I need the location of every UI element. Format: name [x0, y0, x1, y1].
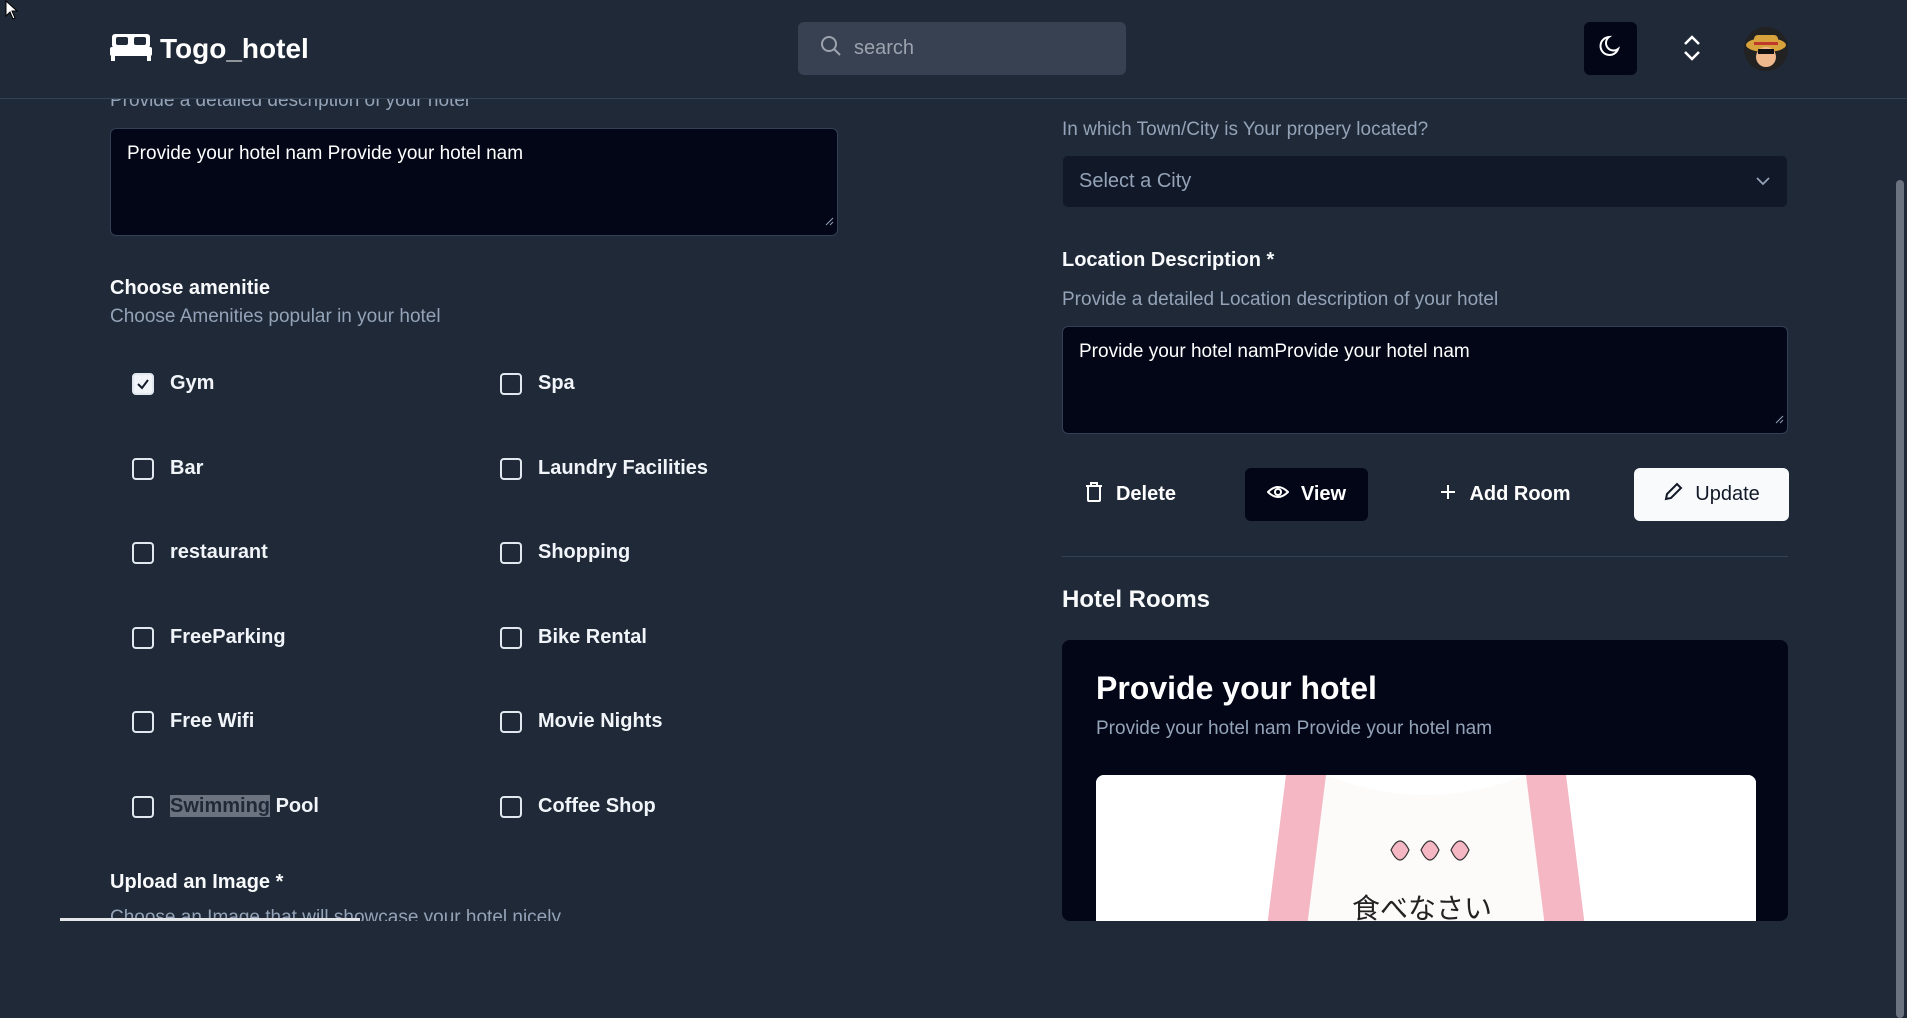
amenity-label: Movie Nights: [538, 710, 663, 732]
amenity-laundry[interactable]: Laundry Facilities: [500, 457, 708, 480]
room-card[interactable]: Provide your hotel Provide your hotel na…: [1062, 640, 1788, 921]
location-hint: Provide a detailed Location description …: [1062, 289, 1499, 310]
update-label: Update: [1695, 483, 1760, 505]
amenity-label: Laundry Facilities: [538, 457, 709, 479]
room-subtitle: Provide your hotel nam Provide your hote…: [1096, 718, 1493, 739]
amenity-spa[interactable]: Spa: [500, 372, 575, 395]
scrollbar-thumb[interactable]: [1896, 180, 1904, 1018]
resize-handle-icon[interactable]: [1774, 408, 1784, 430]
amenity-label: Shopping: [538, 541, 631, 563]
checkbox[interactable]: [132, 795, 154, 818]
amenity-bar[interactable]: Bar: [132, 457, 203, 480]
add-room-label: Add Room: [1469, 483, 1571, 505]
location-title: Location Description *: [1062, 249, 1275, 271]
amenity-label: Free Wifi: [170, 710, 255, 732]
view-label: View: [1300, 483, 1347, 505]
view-button[interactable]: View: [1245, 468, 1368, 521]
amenity-label: Bar: [170, 457, 204, 479]
amenity-label: Spa: [538, 372, 575, 394]
checkbox[interactable]: [500, 541, 522, 564]
amenities-hint: Choose Amenities popular in your hotel: [110, 306, 441, 327]
amenity-label: Bike Rental: [538, 626, 647, 648]
description-value: Provide your hotel nam Provide your hote…: [127, 143, 524, 164]
amenity-gym[interactable]: Gym: [132, 372, 214, 395]
divider: [1062, 556, 1788, 557]
theme-toggle-button[interactable]: [1584, 22, 1637, 75]
checkbox[interactable]: [132, 710, 154, 733]
amenity-restaurant[interactable]: restaurant: [132, 541, 268, 564]
amenity-label: Coffee Shop: [538, 795, 656, 817]
trash-icon: [1084, 481, 1104, 509]
mouse-cursor-icon: [5, 0, 19, 25]
amenity-label: Swimming Pool: [170, 795, 319, 818]
bed-icon: [110, 30, 152, 67]
top-navbar: Togo_hotel search: [0, 0, 1907, 99]
chevron-down-icon: [1755, 173, 1771, 191]
upload-title: Upload an Image *: [110, 871, 284, 893]
checkbox[interactable]: [132, 457, 154, 480]
hotel-rooms-title: Hotel Rooms: [1062, 586, 1211, 613]
checkbox[interactable]: [500, 710, 522, 733]
amenity-movie-nights[interactable]: Movie Nights: [500, 710, 662, 733]
room-title: Provide your hotel: [1096, 670, 1377, 706]
checkbox[interactable]: [132, 541, 154, 564]
amenity-label: restaurant: [170, 541, 268, 563]
amenity-label: Gym: [170, 372, 215, 394]
moon-icon: [1598, 33, 1624, 64]
amenity-freeparking[interactable]: FreeParking: [132, 626, 286, 649]
city-select[interactable]: Select a City: [1062, 155, 1788, 208]
room-image: 食べなさい: [1096, 775, 1756, 921]
city-select-value: Select a City: [1079, 170, 1192, 192]
avatar[interactable]: [1744, 27, 1788, 71]
location-textarea[interactable]: Provide your hotel namProvide your hotel…: [1062, 326, 1788, 434]
amenity-free-wifi[interactable]: Free Wifi: [132, 710, 254, 733]
checkbox[interactable]: [132, 626, 154, 649]
amenity-bike-rental[interactable]: Bike Rental: [500, 626, 647, 649]
description-textarea[interactable]: Provide your hotel nam Provide your hote…: [110, 128, 838, 236]
scrollbar[interactable]: [1893, 98, 1907, 1018]
room-image-text: 食べなさい: [1352, 892, 1493, 921]
search-input[interactable]: search: [798, 22, 1126, 75]
city-hint: In which Town/City is Your propery locat…: [1062, 119, 1429, 140]
amenity-shopping[interactable]: Shopping: [500, 541, 630, 564]
location-value: Provide your hotel namProvide your hotel…: [1079, 341, 1470, 362]
search-icon: [820, 35, 842, 62]
search-placeholder: search: [854, 37, 915, 59]
selected-text-highlight: Swimming: [170, 795, 271, 817]
amenity-swimming-pool[interactable]: Swimming Pool: [132, 795, 319, 818]
checkbox-checked[interactable]: [132, 372, 154, 395]
pencil-icon: [1663, 482, 1683, 508]
eye-icon: [1266, 483, 1290, 506]
add-room-button[interactable]: Add Room: [1420, 468, 1590, 521]
checkbox[interactable]: [500, 372, 522, 395]
update-button[interactable]: Update: [1634, 468, 1789, 521]
resize-handle-icon[interactable]: [824, 210, 834, 232]
chevron-up-down-icon[interactable]: [1682, 32, 1702, 69]
delete-label: Delete: [1115, 483, 1177, 505]
logo-text: Togo_hotel: [160, 32, 309, 64]
logo[interactable]: Togo_hotel: [110, 30, 309, 67]
amenity-label: FreeParking: [170, 626, 286, 648]
checkbox[interactable]: [500, 626, 522, 649]
amenities-title: Choose amenitie: [110, 277, 271, 299]
plus-icon: [1439, 483, 1457, 507]
amenity-label-rest: Pool: [270, 795, 319, 817]
delete-button[interactable]: Delete: [1062, 468, 1198, 521]
checkbox[interactable]: [500, 795, 522, 818]
checkbox[interactable]: [500, 457, 522, 480]
amenity-coffee-shop[interactable]: Coffee Shop: [500, 795, 656, 818]
